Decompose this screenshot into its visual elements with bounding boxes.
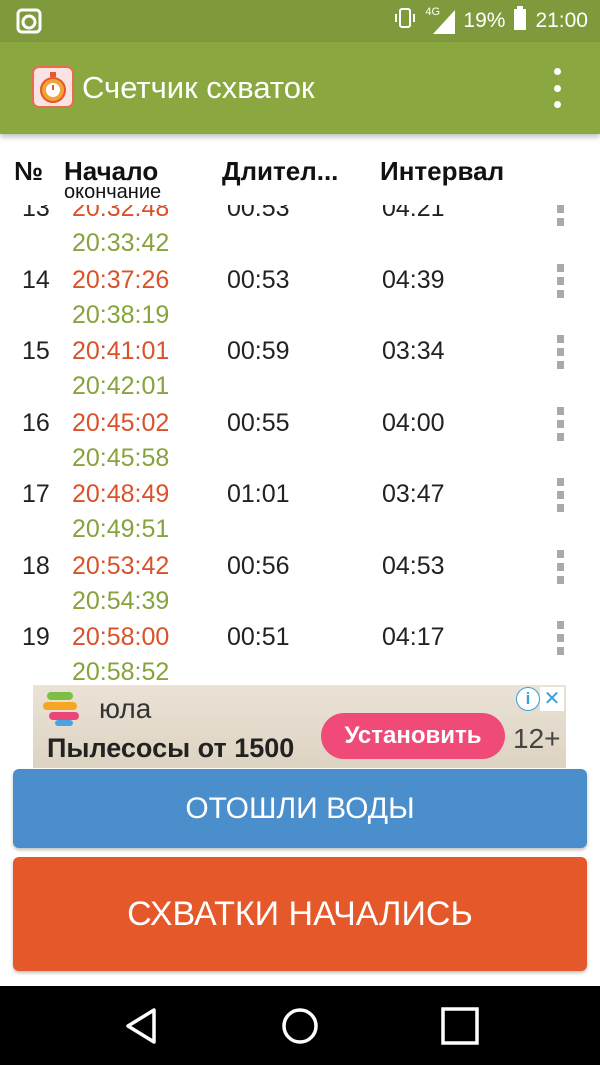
app-notification-icon [14, 6, 44, 36]
start-time: 20:48:49 [72, 480, 170, 508]
duration: 00:55 [227, 408, 290, 437]
back-icon[interactable] [122, 1006, 162, 1046]
row-number: 18 [22, 551, 50, 580]
row-menu-icon[interactable] [557, 478, 565, 512]
clock: 21:00 [535, 9, 588, 32]
row-number: 13 [22, 205, 50, 222]
row-menu-icon[interactable] [557, 406, 565, 441]
column-duration: Длител... [222, 156, 339, 186]
list-item[interactable]: 17 20:48:49 20:49:51 01:01 03:47 [0, 458, 600, 543]
end-time: 20:58:52 [72, 658, 170, 683]
row-number: 19 [22, 623, 50, 651]
interval: 04:17 [382, 623, 445, 651]
info-icon[interactable]: i [516, 687, 540, 711]
list-item[interactable]: 16 20:45:02 20:45:58 00:55 04:00 [0, 387, 600, 472]
interval: 04:21 [382, 205, 445, 222]
row-number: 16 [22, 408, 50, 437]
list-item[interactable]: 19 20:58:00 20:58:52 00:51 04:17 [0, 601, 600, 683]
row-number: 15 [22, 337, 50, 365]
interval: 03:34 [382, 337, 445, 365]
close-icon[interactable]: ✕ [540, 687, 564, 711]
start-time: 20:45:02 [72, 408, 170, 437]
row-menu-icon[interactable] [557, 335, 565, 369]
list-item[interactable]: 18 20:53:42 20:54:39 00:56 04:53 [0, 530, 600, 615]
row-menu-icon[interactable] [557, 549, 565, 584]
app-bar: Счетчик схваток [0, 42, 600, 134]
yula-logo-icon [43, 690, 87, 726]
home-icon[interactable] [280, 1006, 320, 1046]
battery-icon [513, 6, 527, 36]
navigation-bar [0, 986, 600, 1065]
row-number: 17 [22, 480, 50, 508]
list-item[interactable]: 15 20:41:01 20:42:01 00:59 03:34 [0, 315, 600, 400]
status-bar: 4G 19% 21:00 [0, 0, 600, 42]
column-interval: Интервал [380, 156, 505, 186]
ad-install-button[interactable]: Установить [321, 713, 505, 759]
ad-tagline: Пылесосы от 1500 [47, 733, 295, 763]
contractions-started-button[interactable]: СХВАТКИ НАЧАЛИСЬ [13, 857, 587, 971]
more-vert-icon[interactable] [550, 68, 564, 108]
start-time: 20:37:26 [72, 265, 170, 294]
row-number: 14 [22, 265, 50, 294]
signal-icon: 4G [425, 6, 456, 34]
start-time: 20:58:00 [72, 623, 170, 651]
duration: 00:59 [227, 337, 290, 365]
recents-icon[interactable] [440, 1006, 480, 1046]
contraction-list[interactable]: 13 20:32:48 20:33:42 00:53 04:21 14 20:3… [0, 205, 600, 683]
ad-brand: юла [99, 693, 152, 724]
duration: 01:01 [227, 480, 290, 508]
column-num: № [14, 156, 43, 186]
list-item[interactable]: 13 20:32:48 20:33:42 00:53 04:21 [0, 205, 600, 257]
app-title: Счетчик схваток [82, 70, 315, 105]
start-time: 20:53:42 [72, 551, 170, 580]
interval: 03:47 [382, 480, 445, 508]
water-broke-button[interactable]: ОТОШЛИ ВОДЫ [13, 769, 587, 848]
start-time: 20:41:01 [72, 337, 170, 365]
column-header: № Начало окончание Длител... Интервал [0, 150, 600, 205]
ad-age-rating: 12+ [513, 723, 561, 754]
battery-percent: 19% [463, 9, 506, 32]
list-item[interactable]: 14 20:37:26 20:38:19 00:53 04:39 [0, 244, 600, 329]
stopwatch-app-icon [32, 66, 74, 108]
status-indicators: 4G 19% 21:00 [393, 6, 588, 36]
start-time: 20:32:48 [72, 205, 170, 222]
interval: 04:39 [382, 265, 445, 294]
duration: 00:53 [227, 265, 290, 294]
duration: 00:56 [227, 551, 290, 580]
interval: 04:53 [382, 551, 445, 580]
duration: 00:53 [227, 205, 290, 222]
interval: 04:00 [382, 408, 445, 437]
duration: 00:51 [227, 623, 290, 651]
row-menu-icon[interactable] [557, 205, 565, 226]
column-end: окончание [64, 181, 162, 203]
vibrate-icon [393, 6, 417, 36]
ad-banner[interactable]: юла Пылесосы от 1500 Установить 12+ i ✕ [33, 685, 566, 768]
row-menu-icon[interactable] [557, 263, 565, 298]
row-menu-icon[interactable] [557, 621, 565, 655]
